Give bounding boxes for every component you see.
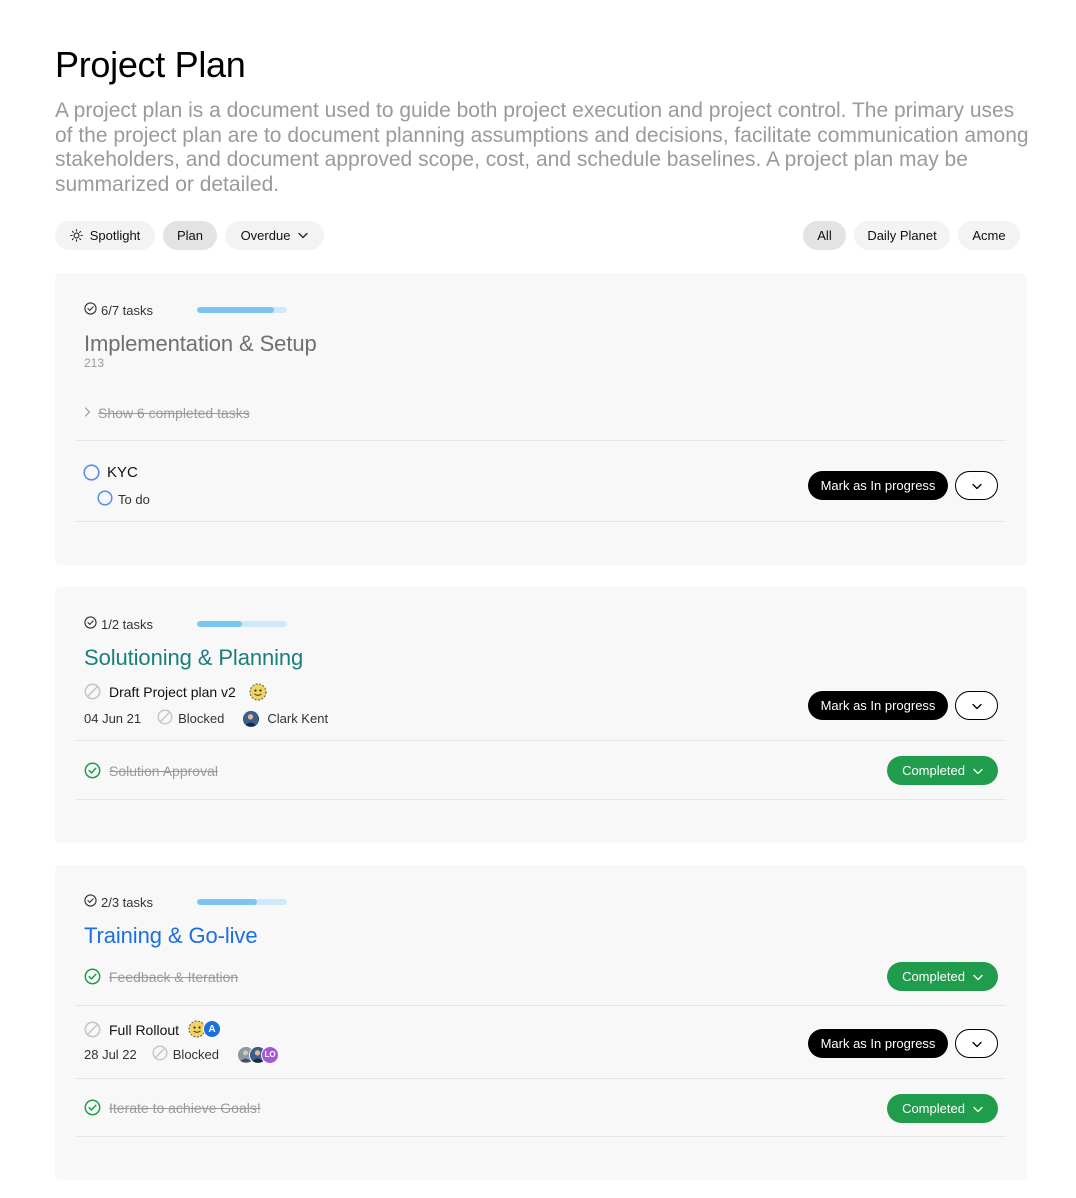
check-circle-icon [84,894,97,910]
chevron-down-icon [971,697,982,715]
task-status-label: Blocked [178,711,225,726]
section-implementation-setup: 6/7 tasks Implementation & Setup 213 Sho… [55,273,1027,565]
progress-bar-fill [197,621,242,627]
assignee-avatars: LO [237,1045,280,1064]
section-progress: 6/7 tasks [84,302,294,318]
show-completed-label: Show 6 completed tasks [98,405,250,421]
filter-spotlight[interactable]: Spotlight [55,221,155,250]
completed-status-label: Completed [902,969,965,984]
assignee-name: Clark Kent [267,711,329,726]
filter-daily-planet[interactable]: Daily Planet [854,221,950,250]
divider [75,740,1006,741]
divider [75,440,1006,441]
completed-status-button[interactable]: Completed [887,1094,998,1123]
mark-in-progress-button[interactable]: Mark as In progress [808,1029,948,1058]
filter-plan-label: Plan [176,228,204,243]
blocked-icon [152,1045,168,1064]
due-date: 04 Jun 21 [84,711,142,726]
section-title: Solutioning & Planning [84,645,304,670]
progress-bar [197,899,287,905]
task-name[interactable]: Iterate to achieve Goals! [109,1100,261,1116]
completed-status-button[interactable]: Completed [887,962,998,991]
filter-acme-label: Acme [972,228,1006,243]
chevron-down-icon [965,1101,983,1116]
section-title: Training & Go-live [84,923,258,948]
mark-in-progress-button[interactable]: Mark as In progress [808,691,948,720]
status-dropdown-button[interactable] [955,1029,998,1058]
chevron-down-icon [298,232,309,239]
progress-bar [197,621,287,627]
filter-all-label: All [817,228,832,243]
chevron-down-icon [965,763,983,778]
progress-bar-fill [197,307,275,313]
completed-check-icon[interactable] [84,1099,101,1121]
tasks-count: 6/7 tasks [101,302,154,318]
filter-overdue[interactable]: Overdue [225,221,324,250]
avatar[interactable] [242,709,261,728]
task-meta: 04 Jun 21 Blocked Clark Kent [84,709,328,728]
divider [75,1136,1006,1137]
check-circle-icon [84,302,97,318]
filter-daily-planet-label: Daily Planet [867,228,937,243]
task-name[interactable]: Full Rollout [109,1022,179,1038]
section-solutioning-planning: 1/2 tasks Solutioning & Planning Draft P… [55,587,1027,843]
divider [75,799,1006,800]
todo-circle-icon [97,490,113,509]
task-status-label: Blocked [172,1047,220,1062]
divider [75,1005,1006,1006]
divider [75,521,1006,522]
filter-all[interactable]: All [803,221,846,250]
tasks-count: 2/3 tasks [101,894,154,910]
page-description: A project plan is a document used to gui… [55,99,1029,196]
status-dropdown-button[interactable] [955,471,998,500]
completed-status-label: Completed [902,1101,965,1116]
chevron-down-icon [965,969,983,984]
task-status-label: To do [118,492,150,507]
task-status[interactable]: To do [97,490,150,509]
emoji-icon [249,683,267,706]
page-title: Project Plan [55,44,246,85]
divider [75,1078,1006,1079]
completed-status-button[interactable]: Completed [887,756,998,785]
filter-overdue-label: Overdue [240,228,291,243]
completed-check-icon[interactable] [84,762,101,784]
check-circle-icon [84,616,97,632]
completed-status-label: Completed [902,763,965,778]
blocked-icon[interactable] [84,1021,101,1043]
section-progress: 1/2 tasks [84,616,294,632]
filter-plan[interactable]: Plan [163,221,217,250]
section-training-golive: 2/3 tasks Training & Go-live Feedback & … [55,865,1027,1180]
todo-circle-icon[interactable] [83,464,100,486]
sun-icon [69,229,83,242]
filter-spotlight-label: Spotlight [89,228,141,243]
task-name[interactable]: KYC [107,464,138,481]
due-date: 28 Jul 22 [84,1047,137,1062]
section-progress: 2/3 tasks [84,894,294,910]
chevron-right-icon [84,404,91,422]
task-name[interactable]: Draft Project plan v2 [109,684,236,700]
filter-acme[interactable]: Acme [958,221,1020,250]
avatar-group: A [188,1020,221,1043]
completed-check-icon[interactable] [84,968,101,990]
section-subtitle: 213 [84,356,105,370]
task-name[interactable]: Solution Approval [109,763,218,779]
chevron-down-icon [971,1035,982,1053]
progress-bar-fill [197,899,258,905]
mark-in-progress-button[interactable]: Mark as In progress [808,471,948,500]
status-dropdown-button[interactable] [955,691,998,720]
blocked-icon [157,709,173,728]
tasks-count: 1/2 tasks [101,616,154,632]
blocked-icon[interactable] [84,683,101,705]
task-name[interactable]: Feedback & Iteration [109,969,238,985]
avatar[interactable]: A [203,1020,221,1038]
task-meta: 28 Jul 22 Blocked LO [84,1045,280,1064]
avatar[interactable]: LO [261,1045,280,1064]
section-title: Implementation & Setup [84,331,317,356]
progress-bar [197,307,287,313]
show-completed-toggle[interactable]: Show 6 completed tasks [84,404,250,422]
chevron-down-icon [971,477,982,495]
